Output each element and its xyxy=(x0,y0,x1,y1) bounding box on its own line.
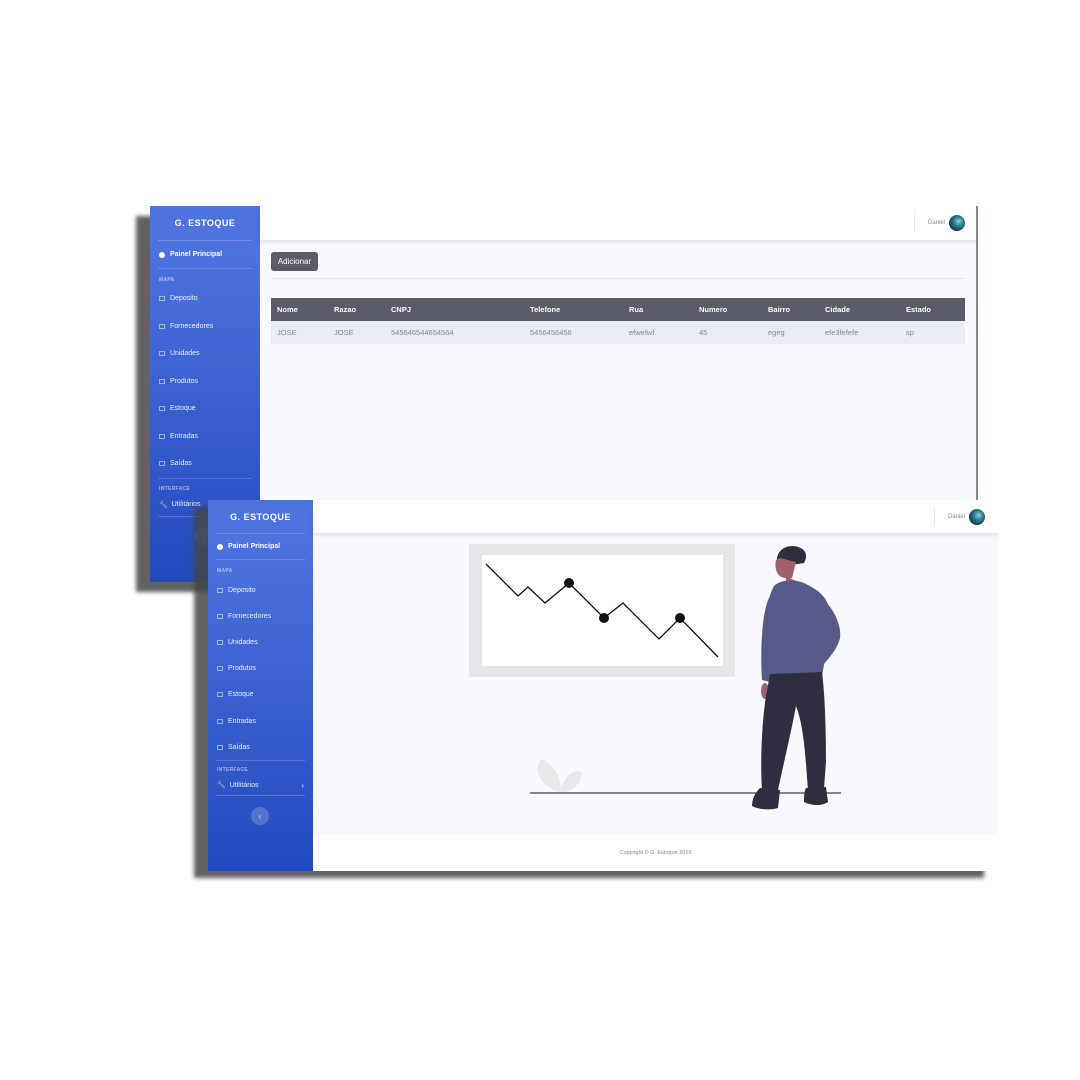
person-left-shoe xyxy=(752,788,780,810)
chart-point xyxy=(675,613,685,623)
sidebar-item-label: Utilitários xyxy=(171,501,201,508)
table-cell: JOSE xyxy=(328,321,385,344)
table-cell: efwefwf xyxy=(623,321,693,344)
sidebar-item-produtos[interactable]: Produtos xyxy=(150,368,260,396)
table-cell: efe3fefefe xyxy=(819,321,900,344)
footer: Copyright © G. Estoque 2019 xyxy=(313,835,998,871)
table-icon xyxy=(159,406,165,412)
fornecedores-table: Nome Razao CNPJ Telefone Rua Numero Bair… xyxy=(271,298,965,344)
sidebar-item-label: Painel Principal xyxy=(170,251,223,258)
table-cell: 5456456456 xyxy=(524,321,623,344)
column-header[interactable]: Numero xyxy=(693,298,762,321)
sidebar-item-dashboard[interactable]: Painel Principal xyxy=(150,241,260,268)
table-row[interactable]: JOSE JOSE 545646544654564 5456456456 efw… xyxy=(271,321,965,344)
wrench-icon: 🔧 xyxy=(159,501,168,509)
column-header[interactable]: Razao xyxy=(328,298,385,321)
table-icon xyxy=(159,323,165,329)
table-icon xyxy=(159,461,165,467)
dashboard-screen: G. ESTOQUE Painel Principal MAPA Deposit… xyxy=(208,500,998,871)
sidebar-item-unidades[interactable]: Unidades xyxy=(150,340,260,368)
sidebar-item-fornecedores[interactable]: Fornecedores xyxy=(150,313,260,341)
column-header[interactable]: Nome xyxy=(271,298,328,321)
table-icon xyxy=(159,351,165,357)
sidebar-heading-interface: INTERFACE xyxy=(159,485,191,492)
chart-point xyxy=(599,613,609,623)
column-header[interactable]: Estado xyxy=(900,298,965,321)
dashboard-icon xyxy=(159,251,165,258)
sidebar-item-label: Entradas xyxy=(170,432,199,440)
column-header[interactable]: Telefone xyxy=(524,298,623,321)
table-icon xyxy=(159,433,165,439)
sidebar-item-saidas[interactable]: Saídas xyxy=(150,450,260,478)
person-viewing-chart-illustration xyxy=(469,544,841,810)
chart-canvas xyxy=(482,555,723,666)
sidebar-heading-mapa: MAPA xyxy=(159,277,175,283)
table-header-row: Nome Razao CNPJ Telefone Rua Numero Bair… xyxy=(271,298,965,321)
table-icon xyxy=(159,296,165,302)
sidebar-item-label: Saídas xyxy=(170,460,192,468)
column-header[interactable]: Cidade xyxy=(819,298,900,321)
copyright-text: Copyright © G. Estoque 2019 xyxy=(619,850,692,856)
sidebar-item-deposito[interactable]: Deposito xyxy=(150,285,260,313)
person-pants xyxy=(761,672,826,790)
table-cell: 45 xyxy=(693,321,762,344)
table-cell: JOSE xyxy=(271,321,328,344)
plant-leaf xyxy=(537,759,561,792)
sidebar-item-label: Unidades xyxy=(170,350,200,358)
sidebar-item-label: Estoque xyxy=(170,405,196,413)
brand-logo[interactable]: G. ESTOQUE xyxy=(150,206,260,240)
chart-point xyxy=(564,578,574,588)
column-header[interactable]: CNPJ xyxy=(385,298,524,321)
sidebar-item-label: Fornecedores xyxy=(170,322,214,330)
table-cell: 545646544654564 xyxy=(385,321,524,344)
sidebar-item-label: Produtos xyxy=(170,377,199,385)
add-button[interactable]: Adicionar xyxy=(271,252,318,271)
table-icon xyxy=(159,378,165,384)
user-name: Daniel xyxy=(927,220,945,226)
person-right-shoe xyxy=(804,787,828,805)
topbar-divider xyxy=(913,214,915,232)
topbar: Daniel xyxy=(260,206,978,240)
avatar xyxy=(949,215,965,231)
user-menu[interactable]: Daniel xyxy=(913,214,965,232)
plant-leaf xyxy=(560,770,582,792)
sidebar-item-label: Deposito xyxy=(170,295,198,303)
sidebar-item-entradas[interactable]: Entradas xyxy=(150,423,260,451)
content-divider xyxy=(271,278,965,279)
table-cell: egeg xyxy=(762,321,819,344)
sidebar-item-estoque[interactable]: Estoque xyxy=(150,395,260,423)
table-cell: sp xyxy=(900,321,965,344)
column-header[interactable]: Rua xyxy=(623,298,693,321)
column-header[interactable]: Bairro xyxy=(762,298,819,321)
